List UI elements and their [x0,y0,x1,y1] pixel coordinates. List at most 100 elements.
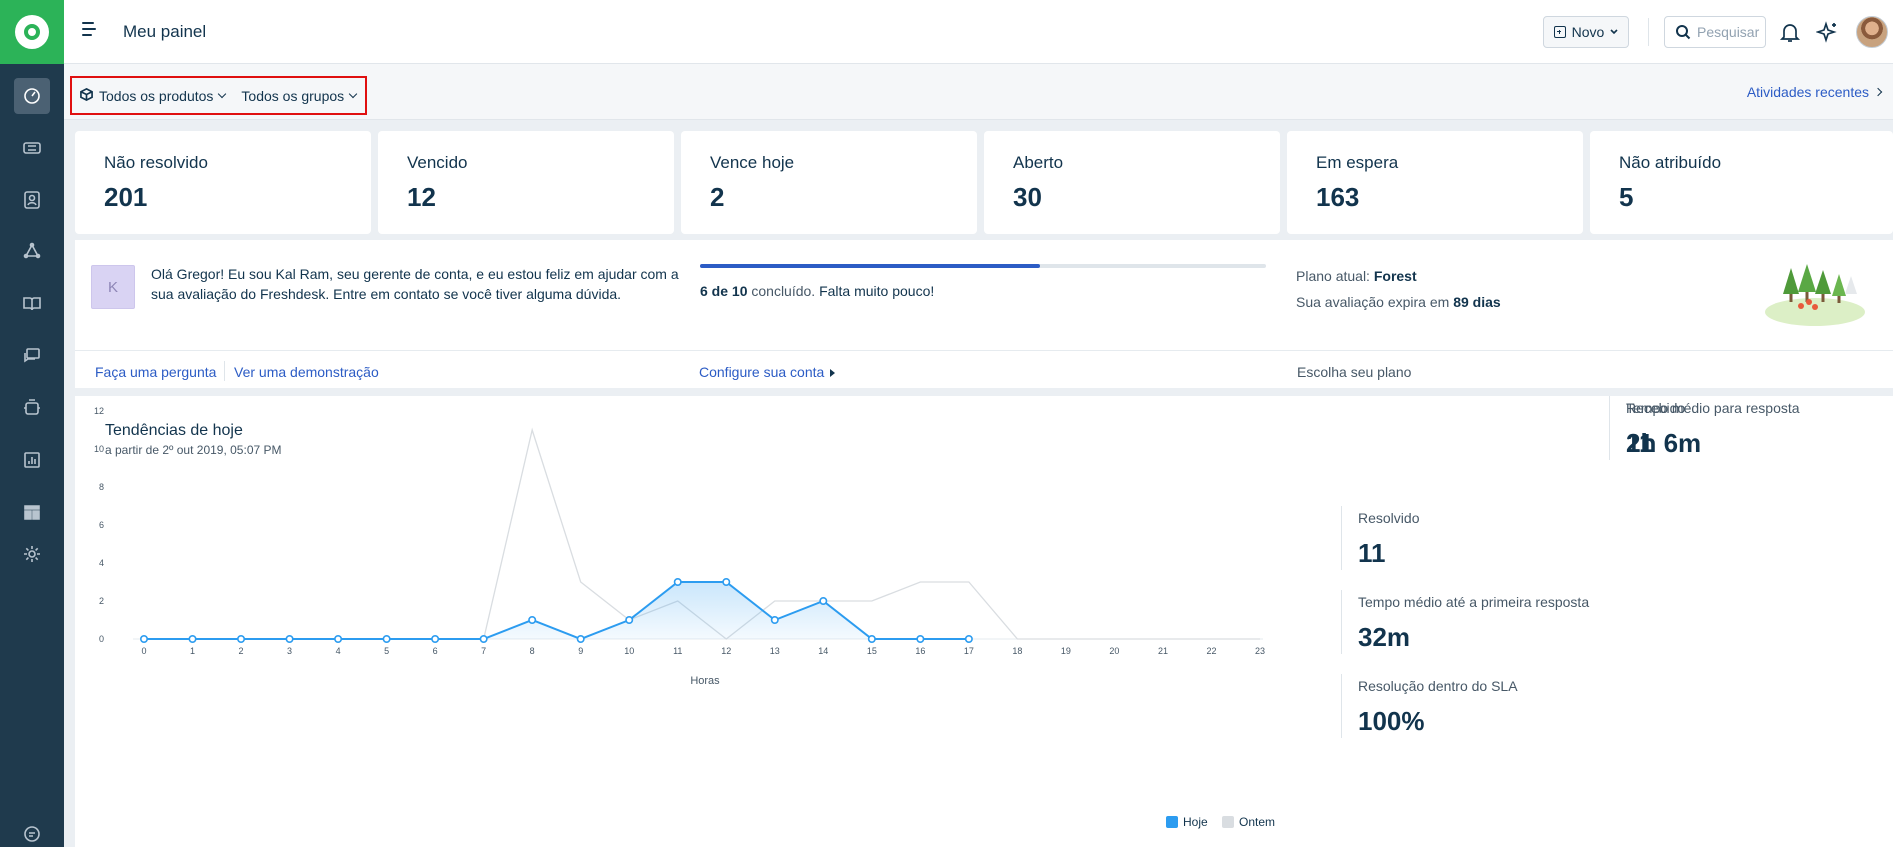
x-tick-label: 19 [1061,646,1071,656]
reports-icon[interactable] [14,442,50,478]
y-tick-label: 6 [99,520,104,530]
search-input[interactable]: Pesquisar [1664,16,1766,48]
social-icon[interactable] [14,234,50,270]
stat-card-due-today[interactable]: Vence hoje 2 [681,131,977,234]
stat-value: 2 [710,182,725,212]
layout-icon[interactable] [14,494,50,530]
new-button-label: Novo [1571,24,1605,40]
trial-label: Sua avaliação expira em [1296,294,1450,310]
x-tick-label: 18 [1012,646,1022,656]
data-point-hoje [188,635,197,644]
stat-value: 163 [1316,182,1360,212]
chat-icon[interactable] [14,816,50,847]
metric-avg-response: Tempo médio para resposta 2h 6m [1609,396,1869,460]
stat-card-unassigned[interactable]: Não atribuído 5 [1590,131,1893,234]
x-tick-label: 23 [1255,646,1265,656]
forums-icon[interactable] [14,338,50,374]
metric-value: 100% [1358,706,1425,736]
metric-label: Tempo médio para resposta [1626,400,1800,416]
plan-name: Forest [1373,268,1417,284]
chevron-down-icon [1610,29,1618,35]
sparkle-apps-icon[interactable] [1815,20,1840,44]
freshdesk-logo-icon[interactable] [0,0,64,64]
y-tick-label: 12 [94,406,104,416]
data-point-hoje [576,635,585,644]
legend-swatch [1166,816,1178,828]
data-point-hoje [673,578,682,587]
new-button[interactable]: Novo [1543,16,1629,48]
data-point-hoje [334,635,343,644]
filter-group: Todos os produtos Todos os grupos [70,76,367,115]
y-tick-label: 2 [99,596,104,606]
menu-toggle-icon[interactable] [82,22,100,40]
progress-status: concluído. [751,283,816,299]
setup-progress-text: 6 de 10 concluído. Falta muito pouco! [700,283,934,299]
legend-label: Ontem [1239,815,1276,829]
configure-account-link[interactable]: Configure sua conta [699,364,836,380]
x-tick-label: 21 [1158,646,1168,656]
configure-account-label: Configure sua conta [699,364,825,380]
x-tick-label: 15 [867,646,877,656]
x-tick-label: 17 [964,646,974,656]
choose-plan-link[interactable]: Escolha seu plano [1297,364,1411,380]
bot-icon[interactable] [14,390,50,426]
gear-icon[interactable] [14,536,50,572]
y-tick-label: 0 [99,634,104,644]
metric-sla-resolution: Resolução dentro do SLA 100% [1341,674,1601,738]
metric-value: 32m [1358,622,1411,652]
products-filter[interactable]: Todos os produtos [80,87,227,104]
metric-resolved: Resolvido 11 [1341,506,1601,570]
data-point-hoje [431,635,440,644]
stat-value: 30 [1013,182,1042,212]
stat-card-on-hold[interactable]: Em espera 163 [1287,131,1583,234]
ticket-icon[interactable] [14,130,50,166]
x-axis-title: Horas [690,675,720,687]
stat-card-overdue[interactable]: Vencido 12 [378,131,674,234]
stat-card-unresolved[interactable]: Não resolvido 201 [75,131,371,234]
metric-label: Tempo médio até a primeira resposta [1358,594,1590,610]
metric-value: 11 [1358,538,1386,568]
products-filter-label: Todos os produtos [99,87,214,104]
data-point-hoje [479,635,488,644]
groups-filter[interactable]: Todos os grupos [241,88,358,104]
stat-label: Vencido [407,153,468,172]
user-avatar[interactable] [1856,16,1888,48]
trial-expiry: Sua avaliação expira em 89 dias [1296,294,1501,310]
contacts-icon[interactable] [14,182,50,218]
legend-swatch [1222,816,1234,828]
x-tick-label: 5 [384,646,389,656]
filter-bar: Todos os produtos Todos os grupos Ativid… [64,64,1893,120]
data-point-hoje [819,597,828,606]
stat-card-open[interactable]: Aberto 30 [984,131,1280,234]
x-tick-label: 11 [673,646,682,656]
search-placeholder: Pesquisar [1697,24,1760,40]
x-tick-label: 1 [190,646,195,656]
bell-icon[interactable] [1778,20,1802,44]
x-tick-label: 3 [287,646,292,656]
stat-label: Vence hoje [710,153,795,172]
stat-label: Não atribuído [1619,153,1722,172]
ask-question-link[interactable]: Faça uma pergunta [95,364,216,380]
legend-item-yesterday[interactable]: Ontem [1222,815,1275,829]
legend-label: Hoje [1183,815,1208,829]
view-demo-link[interactable]: Ver uma demonstração [234,364,379,380]
account-manager-avatar: K [91,265,135,309]
x-tick-label: 14 [818,646,828,656]
account-manager-message: Olá Gregor! Eu sou Kal Ram, seu gerente … [151,266,679,302]
current-plan: Plano atual: Forest [1296,268,1417,284]
dashboard-icon[interactable] [14,78,50,114]
divider [1648,18,1649,46]
legend-item-today[interactable]: Hoje [1166,815,1208,829]
x-tick-label: 12 [721,646,731,656]
search-icon [1676,25,1691,40]
recent-activities-link[interactable]: Atividades recentes [1747,84,1883,100]
data-point-hoje [722,578,731,587]
stat-value: 12 [407,182,436,212]
data-point-hoje [285,635,294,644]
metric-value: 2h 6m [1626,428,1702,458]
trial-days: 89 dias [1453,294,1501,310]
y-tick-label: 10 [94,444,104,454]
solutions-book-icon[interactable] [14,286,50,322]
y-tick-label: 8 [99,482,104,492]
data-point-hoje [916,635,925,644]
